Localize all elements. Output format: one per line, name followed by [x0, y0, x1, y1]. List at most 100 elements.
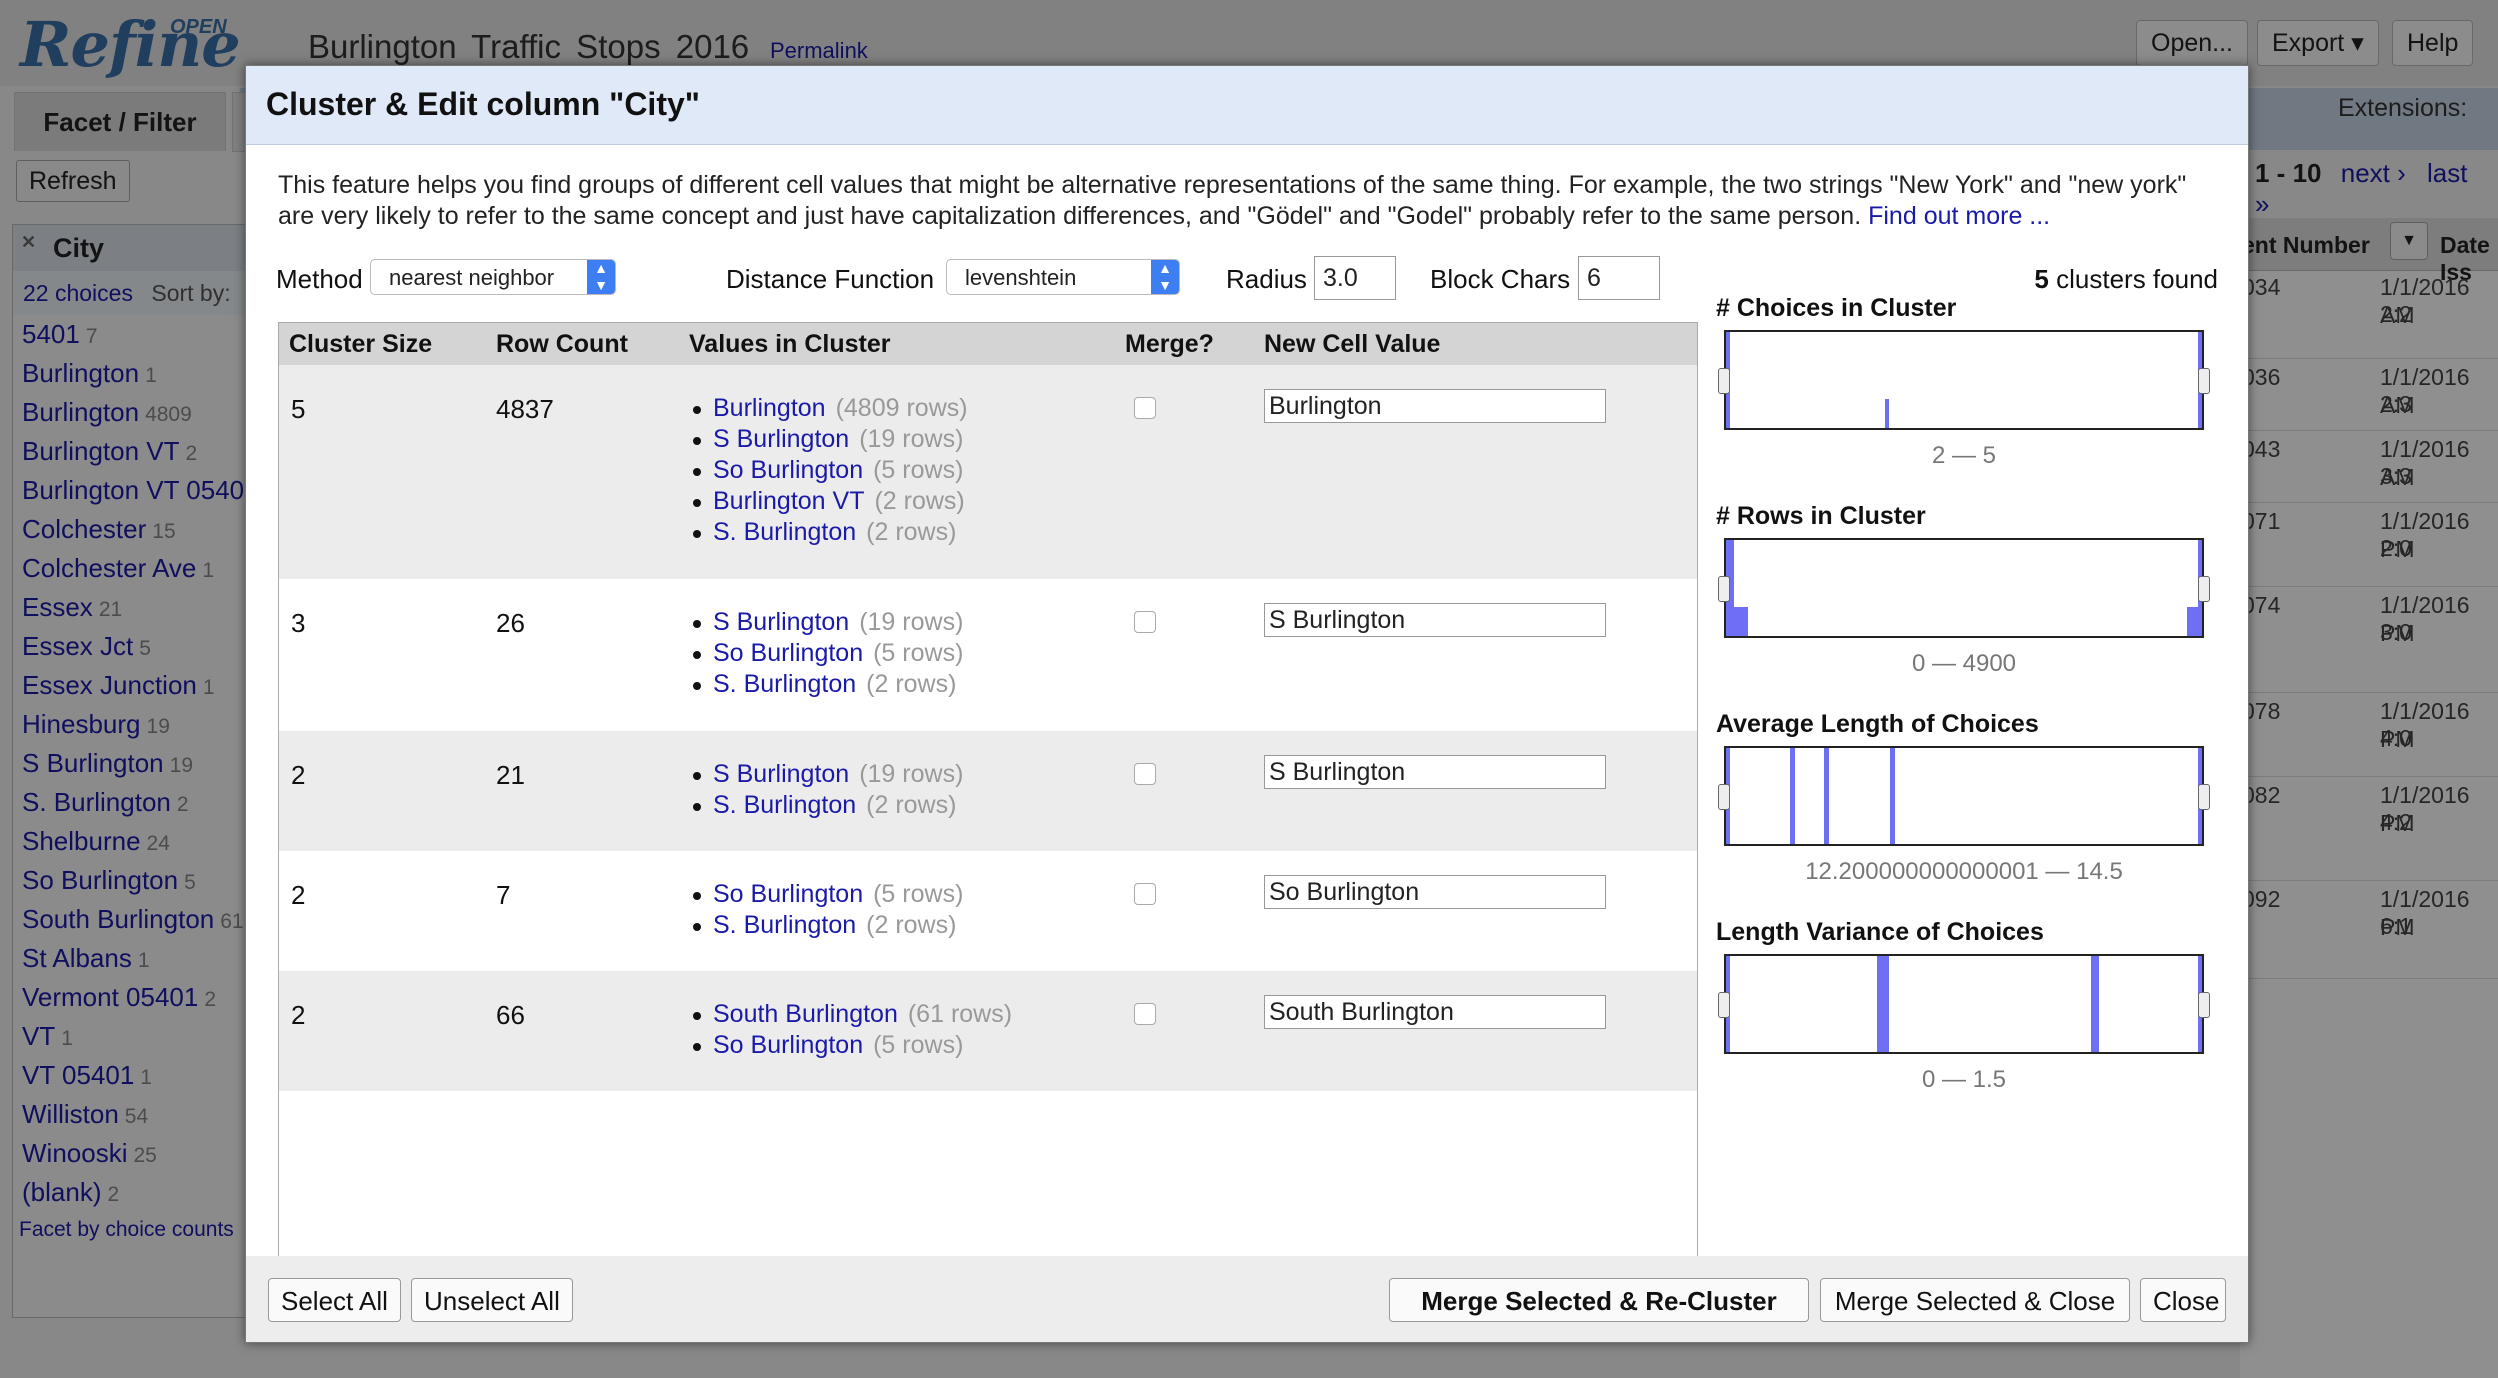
facet-choice[interactable]: Burlington VT 2: [13, 432, 253, 471]
facet-by-counts-link[interactable]: Facet by choice counts: [19, 1218, 234, 1241]
merge-checkbox[interactable]: [1134, 397, 1156, 419]
column-menu-dropdown-icon[interactable]: ▼: [2390, 222, 2428, 260]
facet-title[interactable]: City: [53, 233, 104, 263]
permalink-link[interactable]: Permalink: [770, 38, 868, 64]
histogram-chart[interactable]: [1718, 954, 2210, 1054]
merge-checkbox[interactable]: [1134, 883, 1156, 905]
merge-recluster-button[interactable]: Merge Selected & Re-Cluster: [1389, 1278, 1809, 1322]
facet-choice-label[interactable]: Shelburne: [22, 826, 141, 856]
find-out-more-link[interactable]: Find out more ...: [1868, 202, 2050, 230]
cluster-value-link[interactable]: S. Burlington: [713, 911, 856, 939]
facet-choice[interactable]: South Burlington 61: [13, 900, 253, 939]
facet-choice[interactable]: VT 1: [13, 1017, 253, 1056]
merge-close-button[interactable]: Merge Selected & Close: [1820, 1278, 2130, 1322]
new-cell-value-input[interactable]: So Burlington: [1264, 875, 1606, 909]
project-title[interactable]: Burlington Traffic Stops 2016: [308, 28, 749, 66]
facet-choice-label[interactable]: Burlington VT 05401: [22, 475, 259, 505]
cluster-value-link[interactable]: So Burlington: [713, 639, 863, 667]
facet-choice[interactable]: S Burlington 19: [13, 744, 253, 783]
tab-facet-filter[interactable]: Facet / Filter: [14, 92, 226, 151]
histogram-chart[interactable]: [1718, 330, 2210, 430]
facet-choice-label[interactable]: Hinesburg: [22, 709, 141, 739]
facet-choice[interactable]: VT 05401 1: [13, 1056, 253, 1095]
cluster-value-link[interactable]: So Burlington: [713, 456, 863, 484]
new-cell-value-input[interactable]: S Burlington: [1264, 603, 1606, 637]
cluster-value-link[interactable]: S Burlington: [713, 760, 849, 788]
radius-input[interactable]: 3.0: [1314, 256, 1396, 300]
unselect-all-button[interactable]: Unselect All: [411, 1278, 573, 1322]
facet-choice-label[interactable]: Essex Junction: [22, 670, 197, 700]
facet-choice-label[interactable]: St Albans: [22, 943, 132, 973]
facet-choice[interactable]: Williston 54: [13, 1095, 253, 1134]
range-handle-right-icon[interactable]: [2198, 576, 2210, 602]
method-select[interactable]: nearest neighbor ▲ ▼: [370, 259, 616, 295]
refresh-button[interactable]: Refresh: [16, 160, 130, 202]
range-handle-right-icon[interactable]: [2198, 368, 2210, 394]
facet-choice-label[interactable]: Vermont 05401: [22, 982, 198, 1012]
facet-choice[interactable]: Winooski 25: [13, 1134, 253, 1173]
pager-next-link[interactable]: next ›: [2341, 158, 2406, 188]
cluster-value-link[interactable]: S Burlington: [713, 425, 849, 453]
facet-choice-label[interactable]: Colchester Ave: [22, 553, 196, 583]
cluster-value-link[interactable]: S Burlington: [713, 608, 849, 636]
range-handle-left-icon[interactable]: [1718, 992, 1730, 1018]
cluster-value-link[interactable]: So Burlington: [713, 880, 863, 908]
new-cell-value-input[interactable]: Burlington: [1264, 389, 1606, 423]
range-handle-right-icon[interactable]: [2198, 992, 2210, 1018]
facet-choice[interactable]: (blank) 2: [13, 1173, 253, 1212]
block-chars-input[interactable]: 6: [1578, 256, 1660, 300]
facet-choice-label[interactable]: Essex: [22, 592, 93, 622]
facet-choice-label[interactable]: (blank): [22, 1177, 101, 1207]
cluster-value-link[interactable]: S. Burlington: [713, 791, 856, 819]
select-all-button[interactable]: Select All: [268, 1278, 401, 1322]
range-handle-right-icon[interactable]: [2198, 784, 2210, 810]
facet-choice-label[interactable]: VT: [22, 1021, 55, 1051]
cluster-value-link[interactable]: Burlington VT: [713, 487, 864, 515]
range-handle-left-icon[interactable]: [1718, 368, 1730, 394]
histogram-chart[interactable]: [1718, 746, 2210, 846]
facet-choice[interactable]: Burlington 4809: [13, 393, 253, 432]
facet-choice-label[interactable]: S Burlington: [22, 748, 164, 778]
facet-choice[interactable]: Essex Junction 1: [13, 666, 253, 705]
merge-checkbox[interactable]: [1134, 611, 1156, 633]
cluster-value-link[interactable]: So Burlington: [713, 1031, 863, 1059]
cluster-value-link[interactable]: South Burlington: [713, 1000, 898, 1028]
facet-choice-label[interactable]: South Burlington: [22, 904, 214, 934]
cluster-value-link[interactable]: S. Burlington: [713, 670, 856, 698]
facet-choice[interactable]: Vermont 05401 2: [13, 978, 253, 1017]
facet-choice-label[interactable]: 5401: [22, 319, 80, 349]
new-cell-value-input[interactable]: S Burlington: [1264, 755, 1606, 789]
cluster-value-link[interactable]: Burlington: [713, 394, 826, 422]
facet-choice-label[interactable]: VT 05401: [22, 1060, 134, 1090]
column-header-number[interactable]: ent Number: [2242, 232, 2370, 259]
facet-choice[interactable]: St Albans 1: [13, 939, 253, 978]
merge-checkbox[interactable]: [1134, 1003, 1156, 1025]
merge-checkbox[interactable]: [1134, 763, 1156, 785]
facet-choice[interactable]: S. Burlington 2: [13, 783, 253, 822]
facet-choice[interactable]: So Burlington 5: [13, 861, 253, 900]
facet-choice[interactable]: Essex Jct 5: [13, 627, 253, 666]
facet-choices-link[interactable]: 22 choices: [23, 280, 133, 306]
facet-choice[interactable]: Burlington 1: [13, 354, 253, 393]
facet-choice-label[interactable]: Williston: [22, 1099, 119, 1129]
export-button[interactable]: Export ▾: [2257, 20, 2379, 66]
facet-choice[interactable]: Burlington VT 05401: [13, 471, 259, 510]
facet-choice[interactable]: Shelburne 24: [13, 822, 253, 861]
facet-choice-label[interactable]: Colchester: [22, 514, 146, 544]
facet-choice-label[interactable]: Winooski: [22, 1138, 127, 1168]
cluster-value-link[interactable]: S. Burlington: [713, 518, 856, 546]
facet-choice[interactable]: 5401 7: [13, 315, 253, 354]
facet-choice[interactable]: Hinesburg 19: [13, 705, 253, 744]
facet-choice-label[interactable]: Burlington: [22, 358, 139, 388]
range-handle-left-icon[interactable]: [1718, 784, 1730, 810]
close-button[interactable]: Close: [2140, 1278, 2226, 1322]
facet-choice[interactable]: Colchester Ave 1: [13, 549, 253, 588]
range-handle-left-icon[interactable]: [1718, 576, 1730, 602]
facet-choice-label[interactable]: Essex Jct: [22, 631, 133, 661]
new-cell-value-input[interactable]: South Burlington: [1264, 995, 1606, 1029]
facet-choice[interactable]: Colchester 15: [13, 510, 253, 549]
facet-choice-label[interactable]: Burlington: [22, 397, 139, 427]
close-icon[interactable]: ✕: [21, 219, 36, 265]
facet-choice-label[interactable]: S. Burlington: [22, 787, 171, 817]
distance-function-select[interactable]: levenshtein ▲ ▼: [946, 259, 1180, 295]
